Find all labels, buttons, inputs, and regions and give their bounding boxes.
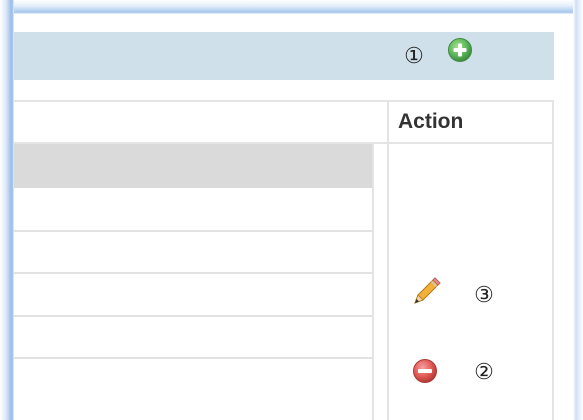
window-frame-right xyxy=(573,0,583,420)
step-marker-1: ① xyxy=(404,43,424,68)
table-header xyxy=(14,100,554,144)
column-border xyxy=(372,144,374,420)
action-column-border-left xyxy=(387,144,389,420)
pencil-icon xyxy=(414,277,441,304)
header-bar xyxy=(14,32,554,80)
table-row[interactable] xyxy=(14,144,374,188)
edit-button[interactable] xyxy=(411,275,443,307)
delete-button[interactable] xyxy=(412,358,438,384)
minus-circle-icon xyxy=(413,359,437,383)
header-divider xyxy=(387,100,389,144)
page: ① Action ③ ② xyxy=(0,0,583,420)
add-button[interactable] xyxy=(447,37,473,63)
step-marker-3: ③ xyxy=(474,282,494,307)
step-marker-2: ② xyxy=(474,359,494,384)
action-column-header: Action xyxy=(398,110,464,133)
table-row[interactable] xyxy=(14,317,374,359)
window-frame-left xyxy=(0,0,14,420)
table-row[interactable] xyxy=(14,232,374,274)
table-row[interactable] xyxy=(14,274,374,317)
table-row[interactable] xyxy=(14,359,374,420)
header-right-border xyxy=(552,100,554,144)
action-column-border-right xyxy=(552,144,554,420)
plus-circle-icon xyxy=(448,38,472,62)
data-table: Action ③ ② xyxy=(14,100,554,420)
table-row[interactable] xyxy=(14,188,374,232)
window-frame-top xyxy=(0,0,575,14)
